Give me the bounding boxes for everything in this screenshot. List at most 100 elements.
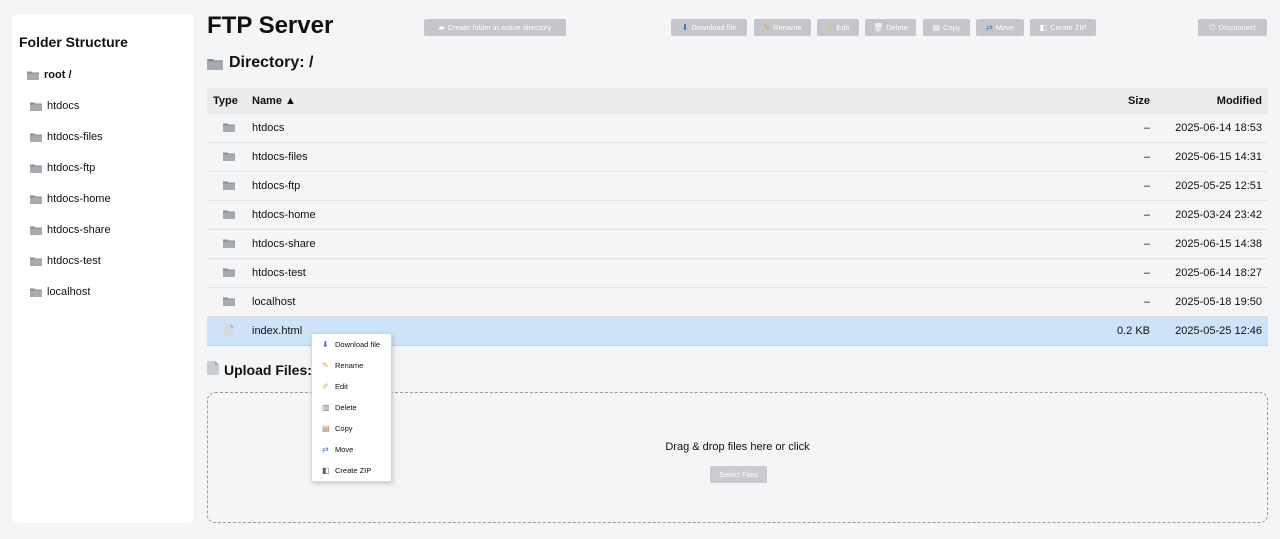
folder-icon <box>222 209 235 222</box>
ctx-label: Create ZIP <box>335 466 372 475</box>
col-name-header[interactable]: Name ▲ <box>244 95 1050 107</box>
row-type <box>207 238 244 251</box>
download-button[interactable]: ⬇ Download file <box>671 19 747 36</box>
select-files-button[interactable]: Select Files <box>710 466 767 483</box>
row-modified: 2025-05-25 12:51 <box>1175 180 1262 192</box>
file-table: Type Name ▲ Size Modified htdocs – 2025-06… <box>207 88 1268 346</box>
copy-button[interactable]: ▤ Copy <box>923 19 970 36</box>
sidebar-item-htdocs-ftp[interactable]: htdocs-ftp <box>30 162 95 174</box>
folder-icon <box>222 122 235 135</box>
row-modified: 2025-06-14 18:53 <box>1175 122 1262 134</box>
ctx-create-zip[interactable]: ◧ Create ZIP <box>322 466 371 475</box>
sidebar-item-htdocs[interactable]: htdocs <box>30 100 79 112</box>
delete-button[interactable]: 🗑 Delete <box>865 19 916 36</box>
disconnect-button[interactable]: ⏻ Disconnect <box>1198 19 1267 36</box>
upload-title: Upload Files: <box>207 361 312 378</box>
row-modified: 2025-06-15 14:31 <box>1175 151 1262 163</box>
ctx-move[interactable]: ⇄ Move <box>322 445 353 454</box>
row-name: localhost <box>252 296 296 308</box>
row-size: – <box>1143 180 1150 192</box>
row-name: htdocs-ftp <box>252 180 301 192</box>
ctx-label: Rename <box>335 361 364 370</box>
row-type <box>207 296 244 309</box>
row-name: htdocs-files <box>252 151 308 163</box>
col-type-header[interactable]: Type <box>207 95 244 107</box>
col-size-header[interactable]: Size <box>1050 95 1150 107</box>
create-zip-button[interactable]: ◧ Create ZIP <box>1030 19 1096 36</box>
row-type <box>207 122 244 135</box>
file-icon <box>223 323 234 339</box>
copy-icon: ▤ <box>322 424 330 433</box>
upload-title-text: Upload Files: <box>224 361 312 378</box>
sidebar-item-htdocs-home[interactable]: htdocs-home <box>30 193 111 205</box>
sidebar-item-localhost[interactable]: localhost <box>30 286 90 298</box>
row-name: htdocs-home <box>252 209 316 221</box>
sidebar-item-htdocs-share[interactable]: htdocs-share <box>30 224 111 236</box>
move-icon: ⇄ <box>985 23 993 32</box>
folder-icon <box>30 163 42 173</box>
download-icon: ⬇ <box>322 340 329 349</box>
ctx-delete[interactable]: ▥ Delete <box>322 403 357 412</box>
ctx-edit[interactable]: ✐ Edit <box>322 382 348 391</box>
directory-title: Directory: / <box>207 54 313 72</box>
table-row[interactable]: htdocs-share – 2025-06-15 14:38 <box>207 230 1268 259</box>
row-type <box>207 180 244 193</box>
row-type <box>207 151 244 164</box>
ctx-label: Delete <box>335 403 357 412</box>
folder-sidebar: Folder Structure root / htdocs htdocs-fi… <box>12 14 194 523</box>
table-row[interactable]: htdocs-test – 2025-06-14 18:27 <box>207 259 1268 288</box>
table-row[interactable]: htdocs-home – 2025-03-24 23:42 <box>207 201 1268 230</box>
row-modified: 2025-06-14 18:27 <box>1175 267 1262 279</box>
download-icon: ⬇ <box>681 23 689 32</box>
move-icon: ⇄ <box>322 445 329 454</box>
folder-icon <box>30 132 42 142</box>
rename-button[interactable]: ✎ Rename <box>754 19 811 36</box>
move-button[interactable]: ⇄ Move <box>976 19 1024 36</box>
trash-icon: ▥ <box>322 403 330 412</box>
row-size: – <box>1143 122 1150 134</box>
row-type <box>207 209 244 222</box>
edit-label: Edit <box>836 23 850 32</box>
table-row[interactable]: localhost – 2025-05-18 19:50 <box>207 288 1268 317</box>
delete-label: Delete <box>886 23 908 32</box>
context-menu: ⬇ Download file ✎ Rename ✐ Edit ▥ Delete ▤ Co… <box>311 333 392 482</box>
table-row[interactable]: htdocs – 2025-06-14 18:53 <box>207 114 1268 143</box>
row-modified: 2025-05-18 19:50 <box>1175 296 1262 308</box>
table-row[interactable]: htdocs-ftp – 2025-05-25 12:51 <box>207 172 1268 201</box>
directory-title-text: Directory: / <box>229 54 314 71</box>
ctx-label: Move <box>335 445 354 454</box>
ctx-label: Edit <box>335 382 348 391</box>
pencil-icon: ✎ <box>763 23 771 32</box>
row-type <box>207 267 244 280</box>
row-size: – <box>1143 296 1150 308</box>
ctx-copy[interactable]: ▤ Copy <box>322 424 353 433</box>
folder-icon <box>222 267 235 280</box>
ctx-rename[interactable]: ✎ Rename <box>322 361 363 370</box>
table-header: Type Name ▲ Size Modified <box>207 88 1268 114</box>
file-icon <box>207 361 219 378</box>
folder-icon <box>30 256 42 266</box>
copy-icon: ▤ <box>932 23 941 32</box>
folder-icon <box>222 180 235 193</box>
ctx-download[interactable]: ⬇ Download file <box>322 340 380 349</box>
sidebar-item-label: htdocs-test <box>47 255 101 267</box>
edit-button[interactable]: ✐ Edit <box>817 19 859 36</box>
folder-icon <box>27 70 39 80</box>
row-name: htdocs <box>252 122 285 134</box>
col-modified-header[interactable]: Modified <box>1150 95 1268 107</box>
tree-root[interactable]: root / <box>27 69 72 81</box>
zip-icon: ◧ <box>322 466 330 475</box>
disconnect-label: Disconnect <box>1218 23 1256 32</box>
edit-icon: ✐ <box>826 23 834 32</box>
row-name: htdocs-test <box>252 267 306 279</box>
create-folder-button[interactable]: ▰ Create folder in active directory <box>424 19 566 36</box>
download-label: Download file <box>691 23 737 32</box>
folder-icon: ▰ <box>438 23 445 32</box>
table-row[interactable]: htdocs-files – 2025-06-15 14:31 <box>207 143 1268 172</box>
sidebar-item-htdocs-test[interactable]: htdocs-test <box>30 255 101 267</box>
edit-icon: ✐ <box>322 382 329 391</box>
row-type <box>207 323 244 339</box>
sidebar-item-htdocs-files[interactable]: htdocs-files <box>30 131 103 143</box>
sidebar-item-label: localhost <box>47 286 91 298</box>
folder-icon <box>30 287 42 297</box>
